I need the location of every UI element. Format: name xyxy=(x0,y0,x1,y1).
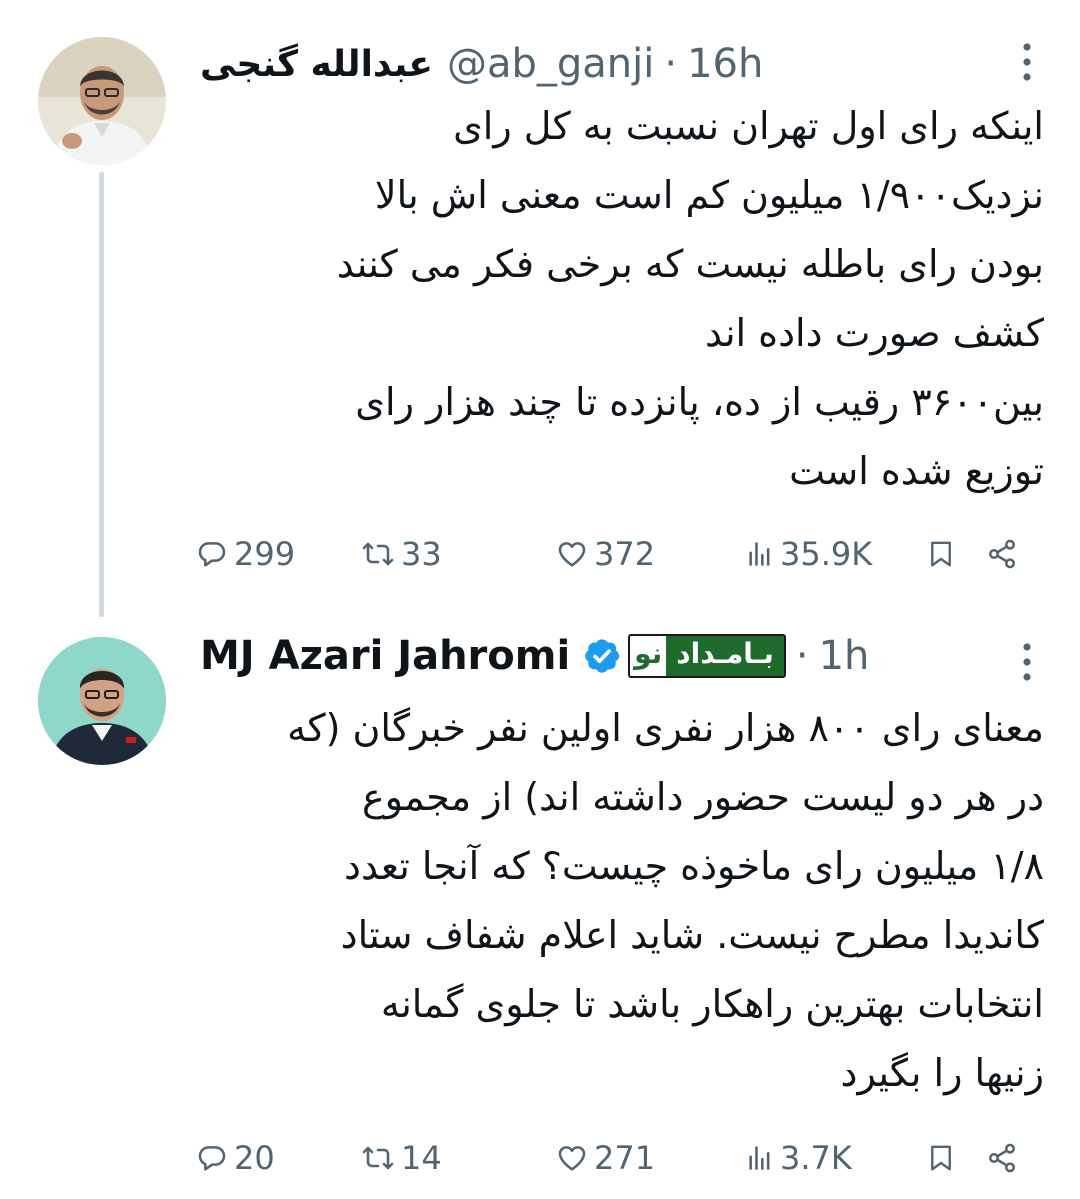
user-avatar-photo-icon xyxy=(38,637,166,765)
tweet-text-line: نزدیک۱/۹۰۰ میلیون کم است معنی اش بالا xyxy=(374,173,1044,217)
tweet-text-line: در هر دو لیست حضور داشته اند) از مجموع xyxy=(362,775,1044,819)
tweet-text: معنای رای ۸۰۰ هزار نفری اولین نفر خبرگان… xyxy=(200,694,1044,1108)
tweet-text-line: کاندیدا مطرح نیست. شاید اعلام شفاف ستاد xyxy=(340,913,1044,957)
affiliate-badge[interactable]: نو بـامـداد xyxy=(628,634,786,678)
handle[interactable]: @ab_ganji xyxy=(447,41,654,87)
share-button[interactable] xyxy=(986,1142,1018,1174)
more-options-icon[interactable] xyxy=(1022,42,1032,82)
action-bar: 299 33 372 35.9K xyxy=(196,529,1026,579)
share-icon xyxy=(989,1143,1015,1173)
tweet-text-line: معنای رای ۸۰۰ هزار نفری اولین نفر خبرگان… xyxy=(287,706,1044,750)
retweet-count: 33 xyxy=(401,535,442,573)
display-name[interactable]: عبدالله گنجی xyxy=(200,44,433,85)
user-avatar-photo-icon xyxy=(38,37,166,165)
reply-button[interactable]: 299 xyxy=(196,535,361,573)
bookmark-icon xyxy=(931,541,951,567)
retweet-icon xyxy=(362,1146,394,1170)
reply-icon xyxy=(198,1146,226,1171)
like-button[interactable]: 271 xyxy=(556,1139,746,1177)
retweet-icon xyxy=(362,542,394,566)
more-options-icon[interactable] xyxy=(1022,642,1032,682)
avatar[interactable] xyxy=(38,637,166,765)
separator-dot: · xyxy=(664,41,678,87)
retweet-button[interactable]: 33 xyxy=(361,535,556,573)
views-chart-icon xyxy=(749,542,770,566)
views-chart-icon xyxy=(749,1146,770,1170)
tweet-header: MJ Azari Jahromi نو بـامـداد · 1h xyxy=(200,626,1036,686)
share-icon xyxy=(989,539,1015,569)
tweet-header: عبدالله گنجی @ab_ganji · 16h xyxy=(200,34,1036,94)
timestamp[interactable]: 16h xyxy=(687,41,763,87)
tweet-text-line: بودن رای باطله نیست که برخی فکر می کنند xyxy=(336,242,1044,286)
tweet-2[interactable]: MJ Azari Jahromi نو بـامـداد · 1h معنای … xyxy=(0,610,1080,1199)
tweet-1[interactable]: عبدالله گنجی @ab_ganji · 16h اینکه رای ا… xyxy=(0,0,1080,617)
retweet-count: 14 xyxy=(401,1139,442,1177)
display-name[interactable]: MJ Azari Jahromi xyxy=(200,633,570,679)
tweet-text-line: ۱/۸ میلیون رای ماخوذه چیست؟ که آنجا تعدد xyxy=(344,844,1044,888)
tweet-text-line: کشف صورت داده اند xyxy=(705,311,1044,355)
timestamp[interactable]: 1h xyxy=(819,633,870,679)
tweet-text-line: بین۳۶۰۰ رقیب از ده، پانزده تا چند هزار ر… xyxy=(355,380,1044,424)
reply-icon xyxy=(198,542,226,567)
like-button[interactable]: 372 xyxy=(556,535,746,573)
like-count: 271 xyxy=(594,1139,656,1177)
heart-icon xyxy=(558,542,586,567)
tweet-text-line: توزیع شده است xyxy=(789,449,1044,493)
retweet-button[interactable]: 14 xyxy=(361,1139,556,1177)
bookmark-button[interactable] xyxy=(926,537,986,571)
views-count: 35.9K xyxy=(780,535,873,573)
tweet-text: اینکه رای اول تهران نسبت به کل رای نزدیک… xyxy=(200,92,1044,506)
badge-text-part1: نو xyxy=(630,636,667,676)
reply-button[interactable]: 20 xyxy=(196,1139,361,1177)
views-button[interactable]: 35.9K xyxy=(746,535,926,573)
tweet-text-line: اینکه رای اول تهران نسبت به کل رای xyxy=(453,104,1044,148)
heart-icon xyxy=(558,1146,586,1171)
verified-badge-icon[interactable] xyxy=(582,636,622,676)
like-count: 372 xyxy=(594,535,656,573)
tweet-text-line: زنیها را بگیرد xyxy=(840,1051,1044,1095)
tweet-text-line: انتخابات بهترین راهکار باشد تا جلوی گمان… xyxy=(380,982,1044,1026)
views-count: 3.7K xyxy=(780,1139,852,1177)
views-button[interactable]: 3.7K xyxy=(746,1139,926,1177)
bookmark-icon xyxy=(931,1145,951,1171)
reply-count: 299 xyxy=(234,535,296,573)
badge-text-part2: بـامـداد xyxy=(666,636,784,676)
thread-connector-line xyxy=(99,172,104,617)
share-button[interactable] xyxy=(986,538,1018,570)
bookmark-button[interactable] xyxy=(926,1141,986,1175)
reply-count: 20 xyxy=(234,1139,275,1177)
avatar[interactable] xyxy=(38,37,166,165)
action-bar: 20 14 271 3.7K xyxy=(196,1133,1026,1183)
separator-dot: · xyxy=(795,633,809,679)
